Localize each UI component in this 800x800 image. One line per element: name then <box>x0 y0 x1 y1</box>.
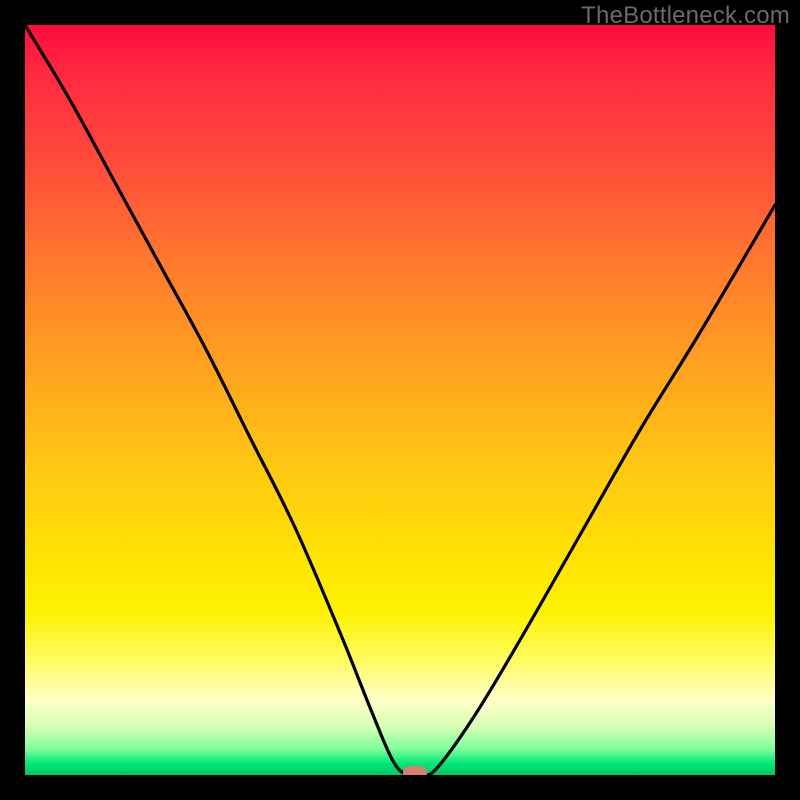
watermark-text: TheBottleneck.com <box>581 2 790 30</box>
optimal-marker <box>403 766 427 775</box>
plot-area <box>25 25 775 775</box>
bottleneck-curve-path <box>25 25 775 775</box>
curve-svg <box>25 25 775 775</box>
chart-container: TheBottleneck.com <box>0 0 800 800</box>
